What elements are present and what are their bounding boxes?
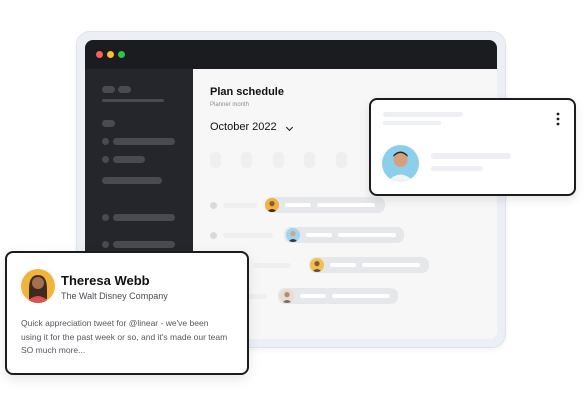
sidebar-item[interactable] xyxy=(113,214,175,221)
row-label-placeholder xyxy=(223,203,257,208)
text-placeholder xyxy=(383,112,463,117)
row-label-placeholder xyxy=(223,233,273,238)
sidebar-placeholder xyxy=(102,86,115,93)
testimonial-card[interactable]: Theresa Webb The Walt Disney Company Qui… xyxy=(5,251,249,375)
day-placeholder xyxy=(273,152,284,168)
sidebar-item[interactable] xyxy=(113,156,145,163)
avatar xyxy=(382,145,419,182)
titlebar xyxy=(85,40,497,69)
schedule-item[interactable] xyxy=(265,197,385,213)
more-vertical-icon[interactable] xyxy=(556,112,560,126)
page-title: Plan schedule xyxy=(210,86,284,98)
profile-card[interactable] xyxy=(369,98,576,196)
avatar xyxy=(286,228,300,242)
text-placeholder xyxy=(300,294,326,298)
page-subtitle: Planner month xyxy=(210,102,250,108)
chevron-down-icon[interactable] xyxy=(285,123,294,132)
sidebar-item[interactable] xyxy=(113,241,175,248)
testimonial-name: Theresa Webb xyxy=(61,273,150,288)
row-marker xyxy=(210,232,217,239)
testimonial-quote: Quick appreciation tweet for @linear - w… xyxy=(21,318,228,355)
avatar xyxy=(280,289,294,303)
day-placeholder xyxy=(336,152,347,168)
maximize-window-icon[interactable] xyxy=(118,51,125,58)
text-placeholder xyxy=(306,233,332,237)
text-placeholder xyxy=(285,203,311,207)
sidebar-item[interactable] xyxy=(102,156,109,163)
sidebar-placeholder xyxy=(102,99,164,102)
sidebar-item[interactable] xyxy=(102,177,162,184)
text-placeholder xyxy=(431,153,511,159)
sidebar-item[interactable] xyxy=(102,241,109,248)
row-label-placeholder xyxy=(253,263,291,268)
testimonial-company: The Walt Disney Company xyxy=(61,291,168,301)
avatar xyxy=(310,258,324,272)
schedule-item[interactable] xyxy=(284,227,404,243)
text-placeholder xyxy=(362,263,420,267)
sidebar-placeholder xyxy=(102,120,115,127)
sidebar-item[interactable] xyxy=(113,138,175,145)
sidebar-placeholder xyxy=(118,86,131,93)
minimize-window-icon[interactable] xyxy=(107,51,114,58)
avatar xyxy=(21,269,55,303)
sidebar-item[interactable] xyxy=(102,138,109,145)
text-placeholder xyxy=(431,166,483,171)
row-marker xyxy=(210,202,217,209)
text-placeholder xyxy=(317,203,375,207)
sidebar-item[interactable] xyxy=(102,214,109,221)
day-placeholder xyxy=(241,152,252,168)
text-placeholder xyxy=(383,121,441,125)
day-placeholder xyxy=(304,152,315,168)
day-placeholder xyxy=(210,152,221,168)
close-window-icon[interactable] xyxy=(96,51,103,58)
schedule-item[interactable] xyxy=(278,288,398,304)
avatar xyxy=(265,198,279,212)
text-placeholder xyxy=(338,233,396,237)
text-placeholder xyxy=(332,294,390,298)
schedule-item[interactable] xyxy=(309,257,429,273)
text-placeholder xyxy=(330,263,356,267)
month-selector[interactable]: October 2022 xyxy=(210,121,277,133)
